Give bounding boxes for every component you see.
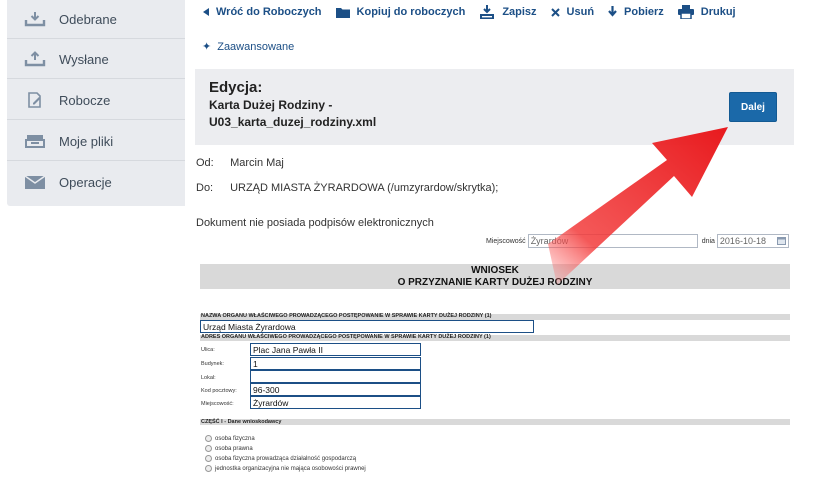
applicant-type-label: osoba fizyczna prowadząca działalność go… — [215, 455, 357, 462]
sidebar-item-label: Wysłane — [59, 51, 109, 67]
download-button[interactable]: Pobierz — [608, 6, 664, 18]
radio-button[interactable] — [205, 455, 212, 462]
close-x-icon — [550, 7, 560, 17]
download-label: Pobierz — [624, 6, 664, 18]
applicant-type-label: osoba prawna — [215, 445, 253, 452]
recipient-value: URZĄD MIASTA ŻYRARDOWA (/umzyrardow/skry… — [230, 182, 499, 194]
form-header-line1: WNIOSEK — [471, 265, 519, 276]
date-value: 2016-10-18 — [719, 236, 766, 246]
envelope-icon — [24, 174, 46, 192]
radio-button[interactable] — [205, 465, 212, 472]
sidebar-item-operacje[interactable]: Operacje — [7, 163, 185, 202]
no-signatures-notice: Dokument nie posiada podpisów elektronic… — [196, 217, 434, 229]
copy-to-drafts-button[interactable]: Kopiuj do roboczych — [335, 6, 466, 18]
calendar-icon[interactable] — [776, 236, 786, 247]
sidebar-item-label: Operacje — [59, 175, 112, 190]
sidebar-item-label: Odebrane — [59, 11, 117, 27]
sidebar-item-label: Moje pliki — [59, 133, 114, 149]
apartment-label: Lokal: — [201, 375, 216, 381]
building-input[interactable]: 1 — [250, 357, 421, 370]
form-header-line2: O PRZYZNANIE KARTY DUŻEJ RODZINY — [397, 277, 593, 288]
four-point-star-icon: ✦ — [202, 41, 212, 53]
postal-code-input[interactable]: 96-300 — [250, 383, 421, 396]
edit-header-panel: Edycja: Karta Dużej Rodziny - U03_karta_… — [195, 69, 794, 145]
document-name-line2: U03_karta_duzej_rodziny.xml — [209, 115, 377, 129]
sender-value: Marcin Maj — [230, 157, 284, 169]
advanced-toggle[interactable]: ✦ Zaawansowane — [202, 40, 295, 54]
printer-icon — [677, 5, 694, 19]
next-button[interactable]: Dalej — [729, 92, 777, 122]
apartment-input[interactable] — [250, 370, 421, 383]
applicant-type-option[interactable]: osoba prawna — [205, 445, 253, 452]
outbox-upload-icon — [24, 50, 46, 68]
back-to-drafts-label: Wróć do Roboczych — [216, 6, 322, 18]
sender-label: Od: — [196, 157, 214, 169]
sidebar-item-moje-pliki[interactable]: Moje pliki — [7, 122, 185, 161]
place-date-row: Miejscowość Żyrardów dnia 2016-10-18 — [486, 234, 789, 248]
postal-code-label: Kod pocztowy: — [201, 388, 237, 394]
applicant-type-option[interactable]: osoba fizyczna prowadząca działalność go… — [205, 455, 356, 462]
edit-title: Edycja: — [209, 79, 263, 96]
place-input[interactable]: Żyrardów — [527, 234, 698, 248]
applicant-type-option[interactable]: osoba fizyczna — [205, 435, 255, 442]
back-to-drafts-button[interactable]: Wróć do Roboczych — [203, 6, 322, 18]
place-label: Miejscowość — [486, 237, 526, 245]
applicant-type-label: osoba fizyczna — [215, 435, 255, 442]
recipient-row: Do: URZĄD MIASTA ŻYRARDOWA (/umzyrardow/… — [196, 182, 498, 194]
date-label: dnia — [701, 237, 715, 245]
document-toolbar: Wróć do Roboczych Kopiuj do roboczych Za… — [203, 4, 750, 20]
sidebar-item-odebrane[interactable]: Odebrane — [7, 0, 185, 39]
recipient-label: Do: — [196, 182, 214, 194]
authority-name-input[interactable]: Urząd Miasta Żyrardowa — [200, 320, 534, 333]
city-label: Miejscowość: — [201, 401, 234, 407]
folder-icon — [335, 7, 350, 18]
save-label: Zapisz — [502, 6, 537, 18]
city-input[interactable]: Żyrardów — [250, 396, 421, 409]
advanced-label: Zaawansowane — [217, 40, 295, 53]
delete-label: Usuń — [566, 6, 595, 18]
sidebar: Odebrane Wysłane Robocze Moje pliki Oper… — [7, 0, 185, 206]
street-label: Ulica: — [201, 347, 215, 353]
copy-to-drafts-label: Kopiuj do roboczych — [356, 6, 466, 18]
section-bar — [200, 419, 790, 425]
radio-button[interactable] — [205, 435, 212, 442]
applicant-type-label: jednostka organizacyjna nie mająca osobo… — [215, 465, 366, 472]
save-download-tray-icon — [479, 4, 495, 20]
building-label: Budynek: — [201, 361, 224, 367]
arrow-down-icon — [608, 6, 617, 18]
part1-label: CZĘŚĆ I - Dane wnioskodawcy — [201, 419, 282, 425]
document-name: Karta Dużej Rodziny - U03_karta_duzej_ro… — [209, 97, 409, 131]
radio-button[interactable] — [205, 445, 212, 452]
applicant-type-option[interactable]: jednostka organizacyjna nie mająca osobo… — [205, 465, 366, 472]
sender-row: Od: Marcin Maj — [196, 157, 284, 169]
sidebar-item-label: Robocze — [59, 92, 111, 108]
print-label: Drukuj — [700, 6, 736, 18]
date-input[interactable]: 2016-10-18 — [716, 234, 789, 248]
authority-address-label: ADRES ORGANU WŁAŚCIWEGO PROWADZĄCEGO POS… — [201, 334, 491, 340]
authority-name-label: NAZWA ORGANU WŁAŚCIWEGO PROWADZĄCEGO POS… — [201, 313, 492, 319]
inbox-download-icon — [24, 10, 46, 28]
print-button[interactable]: Drukuj — [677, 5, 736, 19]
form-header: WNIOSEK O PRZYZNANIE KARTY DUŻEJ RODZINY — [200, 264, 790, 289]
sidebar-item-wyslane[interactable]: Wysłane — [7, 40, 185, 79]
delete-button[interactable]: Usuń — [550, 6, 595, 18]
document-name-line1: Karta Dużej Rodziny - — [209, 98, 333, 112]
files-stack-icon — [24, 132, 46, 150]
sidebar-item-robocze[interactable]: Robocze — [7, 81, 185, 120]
triangle-left-icon — [203, 8, 209, 16]
save-button[interactable]: Zapisz — [479, 4, 537, 20]
draft-edit-icon — [24, 91, 46, 109]
street-input[interactable]: Plac Jana Pawła II — [250, 343, 421, 356]
